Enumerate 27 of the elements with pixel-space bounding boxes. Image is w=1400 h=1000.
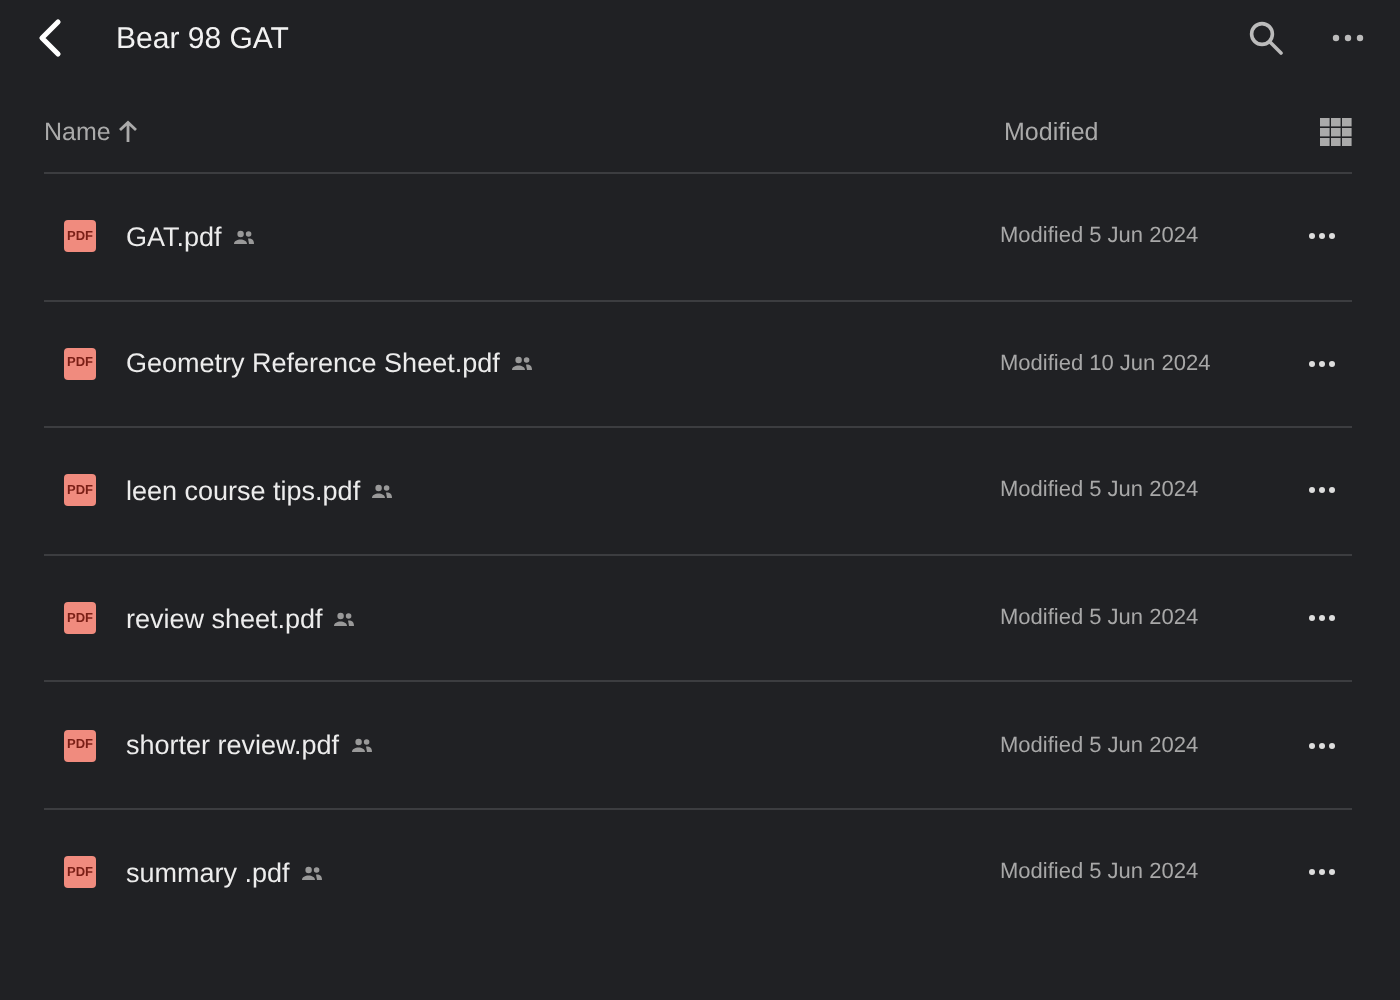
modified-date: Modified 5 Jun 2024: [1000, 733, 1201, 758]
grid-view-button[interactable]: [1320, 118, 1352, 146]
file-name: review sheet.pdf: [126, 603, 323, 634]
folder-title: Bear 98 GAT: [116, 21, 289, 55]
back-icon: [36, 18, 64, 58]
sort-up-icon: [118, 120, 139, 144]
more-icon: [1308, 359, 1336, 368]
name-sort-button[interactable]: Name: [44, 118, 139, 146]
modified-date: Modified 5 Jun 2024: [1000, 606, 1201, 631]
file-name: summary .pdf: [126, 857, 290, 888]
modified-date: Modified 5 Jun 2024: [1000, 224, 1201, 249]
modified-date: Modified 5 Jun 2024: [1000, 478, 1201, 503]
grid-icon: [1320, 118, 1352, 146]
more-icon: [1308, 614, 1336, 623]
modified-date: Modified 10 Jun 2024: [1000, 351, 1213, 376]
more-icon: [1332, 34, 1364, 42]
file-name: GAT.pdf: [126, 221, 222, 252]
more-icon: [1308, 741, 1336, 750]
more-icon: [1308, 486, 1336, 495]
modified-column-header: Modified: [1004, 118, 1101, 146]
file-name: Geometry Reference Sheet.pdf: [126, 348, 500, 379]
more-icon: [1308, 868, 1336, 877]
modified-date: Modified 5 Jun 2024: [1000, 860, 1201, 885]
search-icon: [1248, 20, 1284, 56]
file-name: leen course tips.pdf: [126, 475, 361, 506]
file-name: shorter review.pdf: [126, 730, 340, 761]
more-icon: [1308, 232, 1336, 241]
